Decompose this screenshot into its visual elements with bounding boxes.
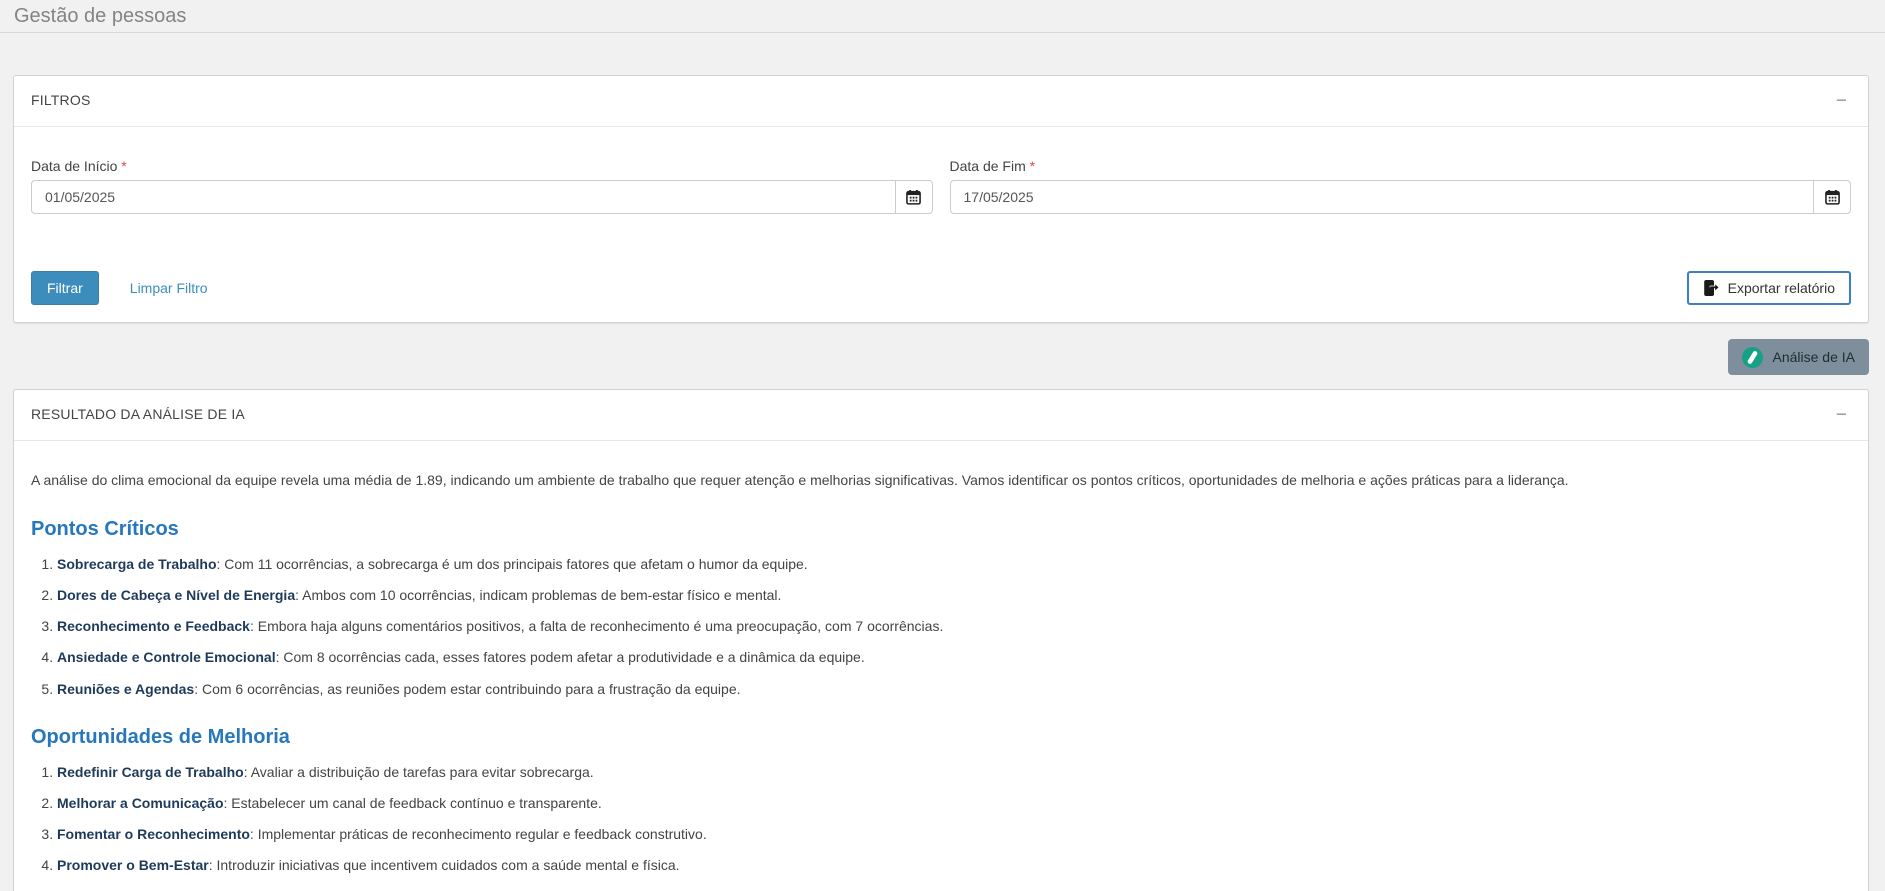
main-content: FILTROS − Data de Início * 01/05/2025 Da… (0, 75, 1885, 891)
start-date-field-group: Data de Início * (31, 158, 933, 214)
ai-analysis-label: Análise de IA (1772, 349, 1856, 365)
results-panel-title: RESULTADO DA ANÁLISE DE IA (31, 406, 245, 422)
start-date-label-text: Data de Início (31, 158, 118, 174)
item-term: Promover o Bem-Estar (57, 857, 209, 874)
filters-panel-title: FILTROS (31, 92, 91, 108)
item-term: Fomentar o Reconhecimento (57, 826, 250, 843)
clear-filter-button[interactable]: Limpar Filtro (130, 280, 208, 296)
opportunities-list: Redefinir Carga de Trabalho: Avaliar a d… (31, 763, 1851, 875)
export-report-button[interactable]: Exportar relatório (1686, 271, 1851, 305)
list-item: Reconhecimento e Feedback: Embora haja a… (57, 617, 1851, 635)
calendar-icon (1824, 189, 1840, 205)
end-date-label-text: Data de Fim (949, 158, 1026, 174)
filters-panel-header: FILTROS − (14, 76, 1868, 127)
required-asterisk: * (121, 158, 127, 174)
results-panel-body: A análise do clima emocional da equipe r… (14, 441, 1868, 891)
end-date-label: Data de Fim * (950, 158, 1852, 174)
ai-analysis-button[interactable]: Análise de IA (1727, 339, 1869, 375)
analysis-intro-paragraph: A análise do clima emocional da equipe r… (31, 472, 1569, 488)
item-term: Sobrecarga de Trabalho (57, 555, 217, 572)
item-text: : Estabelecer um canal de feedback contí… (223, 795, 602, 812)
list-item: Fomentar o Reconhecimento: Implementar p… (57, 825, 1851, 843)
results-collapse-button[interactable]: − (1832, 404, 1851, 427)
minus-icon: − (1835, 404, 1847, 426)
results-panel-header: RESULTADO DA ANÁLISE DE IA − (14, 390, 1868, 441)
filters-panel: FILTROS − Data de Início * 01/05/2025 Da… (13, 75, 1869, 323)
list-item: Sobrecarga de Trabalho: Com 11 ocorrênci… (57, 555, 1851, 573)
item-text: : Com 6 ocorrências, as reuniões podem e… (194, 680, 741, 697)
start-date-input[interactable] (31, 180, 895, 214)
minus-icon: − (1835, 90, 1847, 112)
calendar-icon (906, 189, 921, 205)
list-item: Redefinir Carga de Trabalho: Avaliar a d… (57, 763, 1851, 781)
ai-button-row: Análise de IA (13, 339, 1869, 375)
list-item: Melhorar a Comunicação: Estabelecer um c… (57, 794, 1851, 812)
page-title: Gestão de pessoas (14, 4, 187, 27)
item-text: : Introduzir iniciativas que incentivem … (208, 857, 680, 874)
results-panel: RESULTADO DA ANÁLISE DE IA − A análise d… (13, 389, 1869, 891)
list-item: Dores de Cabeça e Nível de Energia: Ambo… (57, 586, 1851, 604)
end-date-calendar-button[interactable] (1813, 180, 1851, 214)
item-term: Redefinir Carga de Trabalho (57, 763, 244, 780)
filter-button[interactable]: Filtrar (31, 271, 99, 305)
item-text: : Com 8 ocorrências cada, esses fatores … (275, 649, 865, 666)
start-date-label: Data de Início * (31, 158, 933, 174)
item-text: : Embora haja alguns comentários positiv… (249, 618, 944, 635)
item-text: : Implementar práticas de reconhecimento… (249, 826, 707, 843)
item-term: Dores de Cabeça e Nível de Energia (57, 587, 296, 604)
ai-spark-icon (1741, 346, 1763, 368)
export-file-icon (1703, 280, 1719, 296)
filters-collapse-button[interactable]: − (1832, 90, 1851, 113)
item-text: : Com 11 ocorrências, a sobrecarga é um … (216, 555, 808, 572)
critical-points-heading: Pontos Críticos (31, 517, 179, 540)
item-term: Ansiedade e Controle Emocional (57, 649, 276, 666)
item-term: Reuniões e Agendas (57, 680, 195, 697)
item-text: : Ambos com 10 ocorrências, indicam prob… (295, 587, 782, 604)
list-item: Reuniões e Agendas: Com 6 ocorrências, a… (57, 680, 1851, 698)
content-header: Gestão de pessoas (0, 0, 1885, 33)
item-term: Reconhecimento e Feedback (57, 618, 250, 635)
filters-panel-body: Data de Início * 01/05/2025 Data de Fim … (14, 127, 1868, 322)
critical-points-list: Sobrecarga de Trabalho: Com 11 ocorrênci… (31, 555, 1851, 698)
end-date-input[interactable] (949, 180, 1813, 214)
start-date-calendar-button[interactable] (894, 180, 933, 214)
end-date-field-group: Data de Fim * (949, 158, 1852, 214)
export-report-label: Exportar relatório (1727, 280, 1835, 296)
opportunities-heading: Oportunidades de Melhoria (31, 725, 290, 748)
required-asterisk: * (1029, 158, 1036, 174)
list-item: Ansiedade e Controle Emocional: Com 8 oc… (57, 648, 1851, 666)
item-term: Melhorar a Comunicação (57, 795, 224, 812)
list-item: Promover o Bem-Estar: Introduzir iniciat… (57, 856, 1851, 874)
item-text: : Avaliar a distribuição de tarefas para… (243, 763, 594, 780)
